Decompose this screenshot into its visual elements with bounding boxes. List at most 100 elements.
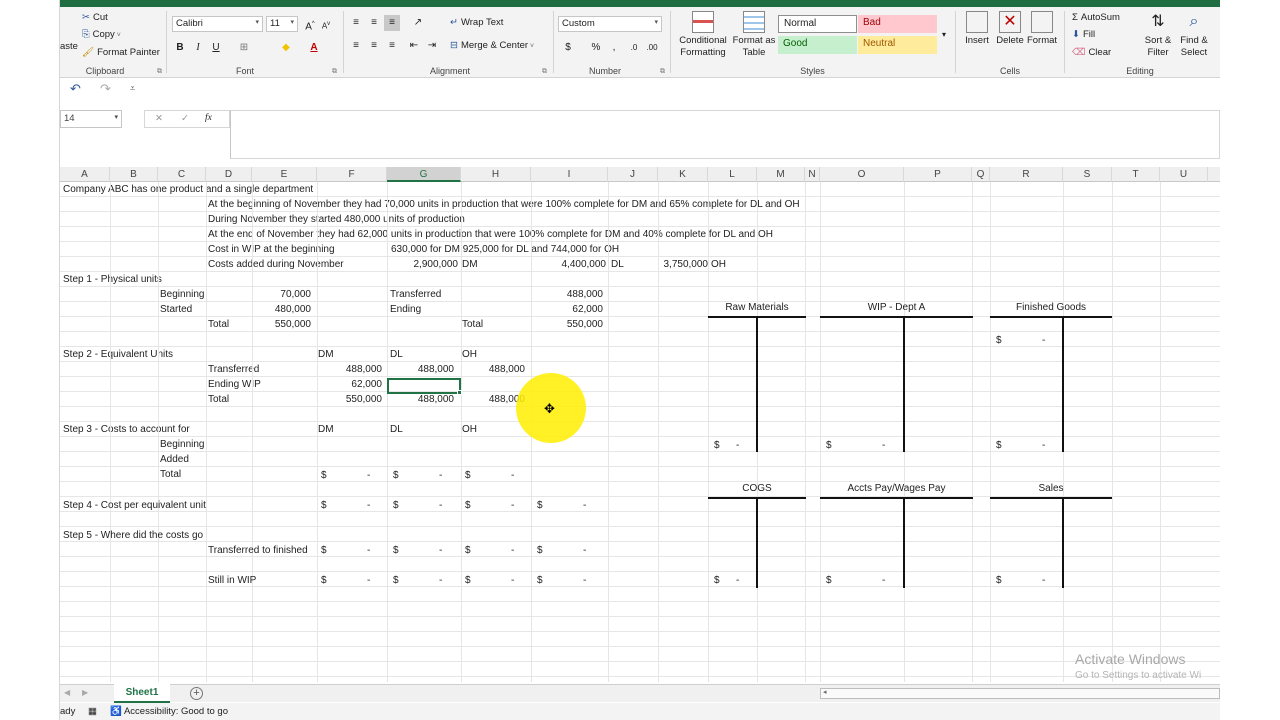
cell-step5-title[interactable]: Step 5 - Where did the costs go <box>63 528 203 543</box>
cell-step1-beginning-val[interactable]: 70,000 <box>250 287 311 302</box>
cell-added-dm-value[interactable]: 2,900,000 <box>390 257 459 272</box>
column-header-n[interactable]: N <box>805 167 820 182</box>
cell-step1-ending-val[interactable]: 62,000 <box>540 302 603 317</box>
step5-still-dollar-0[interactable]: $ <box>321 573 327 588</box>
step5-still-dollar-2[interactable]: $ <box>465 573 471 588</box>
cell-step1-title[interactable]: Step 1 - Physical units <box>63 272 162 287</box>
cell-step1-total-val[interactable]: 550,000 <box>250 317 311 332</box>
t-account-raw-materials-title[interactable]: Raw Materials <box>708 302 806 313</box>
column-header-t[interactable]: T <box>1112 167 1160 182</box>
t-wip-dash[interactable]: - <box>882 438 885 453</box>
borders-icon[interactable]: ⊞ <box>236 40 252 56</box>
cell-step2-tot-dl[interactable]: 488,000 <box>392 392 454 407</box>
t-account-wip-title[interactable]: WIP - Dept A <box>820 302 973 313</box>
cell-line2[interactable]: During November they started 480,000 uni… <box>208 212 465 227</box>
shrink-font-button[interactable]: Av <box>318 16 334 32</box>
step5-still-dollar-1[interactable]: $ <box>393 573 399 588</box>
column-header-a[interactable]: A <box>60 167 110 182</box>
undo-icon[interactable]: ↶ <box>70 81 81 97</box>
style-bad[interactable]: Bad <box>858 15 937 33</box>
cell-step3-dl[interactable]: DL <box>390 422 403 437</box>
orientation-icon[interactable]: ↗ <box>410 15 426 31</box>
percent-button[interactable]: % <box>588 40 604 56</box>
step5-transferred-dollar-1[interactable]: $ <box>393 543 399 558</box>
cell-added-dl-value[interactable]: 4,400,000 <box>534 257 607 272</box>
alignment-launcher-icon[interactable]: ⧉ <box>542 68 547 76</box>
cell-step1-beginning[interactable]: Beginning <box>160 287 204 302</box>
decrease-decimal-icon[interactable]: .00 <box>644 40 660 56</box>
cell-added-oh-value[interactable]: 3,750,000 <box>658 257 709 272</box>
column-header-c[interactable]: C <box>158 167 206 182</box>
align-top-icon[interactable]: ≡ <box>348 15 364 31</box>
increase-indent-icon[interactable]: ⇥ <box>424 38 440 54</box>
autosum-button[interactable]: Σ AutoSum <box>1072 12 1120 23</box>
conditional-formatting-button[interactable]: Conditional Formatting <box>674 11 732 59</box>
t-sales-dollar[interactable]: $ <box>996 573 1002 588</box>
styles-more-icon[interactable]: ▾ <box>936 27 952 43</box>
t-account-accts-pay-title[interactable]: Accts Pay/Wages Pay <box>820 483 973 494</box>
column-header-e[interactable]: E <box>252 167 317 182</box>
cell-step1-ending[interactable]: Ending <box>390 302 421 317</box>
bold-button[interactable]: B <box>172 40 188 56</box>
column-header-g[interactable]: G <box>387 167 461 182</box>
cell-step2-dm[interactable]: DM <box>318 347 334 362</box>
column-header-h[interactable]: H <box>461 167 531 182</box>
sort-filter-button[interactable]: ⇅ Sort & Filter <box>1140 11 1176 59</box>
column-header-d[interactable]: D <box>206 167 252 182</box>
cell-step1-total[interactable]: Total <box>208 317 229 332</box>
add-sheet-button[interactable]: + <box>190 687 203 700</box>
cell-step5-transferred[interactable]: Transferred to finished <box>208 543 308 558</box>
cell-wip-begin-value[interactable]: 630,000 for DM 925,000 for DL and 744,00… <box>391 242 619 257</box>
t-finished-goods-top-dollar[interactable]: $ <box>996 333 1002 348</box>
clipboard-launcher-icon[interactable]: ⧉ <box>157 68 162 76</box>
cell-added-dm[interactable]: DM <box>462 257 478 272</box>
t-account-finished-goods-title[interactable]: Finished Goods <box>990 302 1112 313</box>
cell-step2-t-dl[interactable]: 488,000 <box>392 362 454 377</box>
t-cogs-dollar[interactable]: $ <box>714 573 720 588</box>
number-format-combo[interactable]: Custom ▾ <box>558 16 662 32</box>
enter-icon[interactable]: ✓ <box>181 113 189 124</box>
step5-transferred-dollar-0[interactable]: $ <box>321 543 327 558</box>
customize-qat-icon[interactable]: ⩡ <box>130 83 135 94</box>
step3-total-dash-2[interactable]: - <box>511 468 514 483</box>
cell-step2-dl[interactable]: DL <box>390 347 403 362</box>
t-sales-dash[interactable]: - <box>1042 573 1045 588</box>
step5-transferred-dollar-2[interactable]: $ <box>465 543 471 558</box>
cell-step2-t-oh[interactable]: 488,000 <box>464 362 525 377</box>
tab-sheet1[interactable]: Sheet1 <box>114 684 170 703</box>
t-account-sales-title[interactable]: Sales <box>990 483 1112 494</box>
column-header-j[interactable]: J <box>608 167 658 182</box>
column-header-u[interactable]: U <box>1160 167 1208 182</box>
step5-still-dash-0[interactable]: - <box>367 573 370 588</box>
step4-dash-3[interactable]: - <box>583 498 586 513</box>
cancel-icon[interactable]: ✕ <box>155 113 163 124</box>
cell-step2-oh[interactable]: OH <box>462 347 477 362</box>
step3-total-dash-1[interactable]: - <box>439 468 442 483</box>
t-account-cogs-title[interactable]: COGS <box>708 483 806 494</box>
cell-step2-title[interactable]: Step 2 - Equivalent Units <box>63 347 173 362</box>
fill-color-icon[interactable]: ◆ <box>278 40 294 56</box>
t-raw-materials-dollar[interactable]: $ <box>714 438 720 453</box>
step3-total-dollar-0[interactable]: $ <box>321 468 327 483</box>
cell-step1-started-val[interactable]: 480,000 <box>250 302 311 317</box>
cell-step3-dm[interactable]: DM <box>318 422 334 437</box>
cell-step1-started[interactable]: Started <box>160 302 192 317</box>
horizontal-scrollbar[interactable]: ◂ <box>820 688 1220 699</box>
step5-transferred-dash-0[interactable]: - <box>367 543 370 558</box>
t-cogs-dash[interactable]: - <box>736 573 739 588</box>
cell-step2-tot-dm[interactable]: 550,000 <box>320 392 382 407</box>
align-bottom-icon[interactable]: ≡ <box>384 15 400 31</box>
cell-step3-added[interactable]: Added <box>160 452 189 467</box>
cell-step4-title[interactable]: Step 4 - Cost per equivalent unit <box>63 498 206 513</box>
cell-line1[interactable]: At the beginning of November they had 70… <box>208 197 800 212</box>
format-painter-button[interactable]: 🖌 Format Painter <box>82 47 160 58</box>
italic-button[interactable]: I <box>190 40 206 56</box>
formula-input[interactable] <box>230 110 1220 159</box>
cut-button[interactable]: ✂ Cut <box>82 12 108 23</box>
column-header-b[interactable]: B <box>110 167 158 182</box>
cell-step1-transferred[interactable]: Transferred <box>390 287 441 302</box>
step4-dash-1[interactable]: - <box>439 498 442 513</box>
grow-font-button[interactable]: A^ <box>302 16 318 32</box>
align-center-icon[interactable]: ≡ <box>366 38 382 54</box>
fill-handle[interactable] <box>457 390 462 395</box>
